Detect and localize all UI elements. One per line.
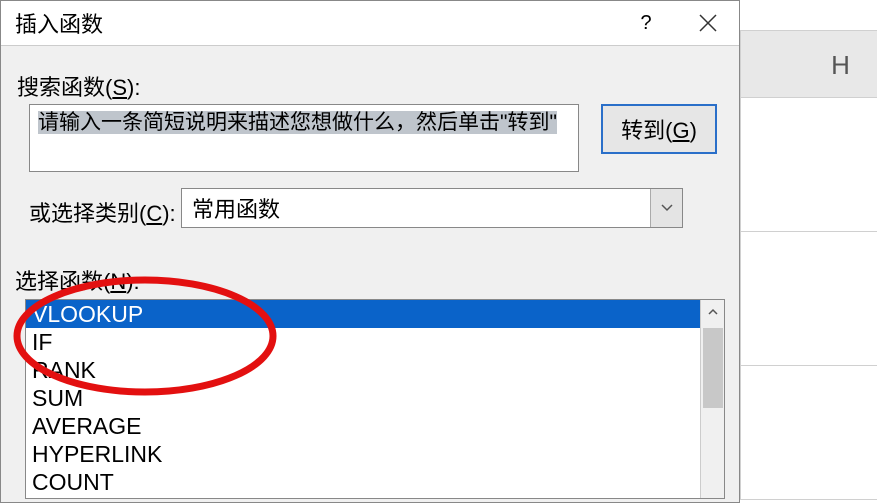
go-button[interactable]: 转到(G): [601, 104, 717, 154]
category-dropdown-button[interactable]: [650, 189, 682, 227]
category-select[interactable]: 常用函数: [181, 188, 683, 228]
search-input-text: 请输入一条简短说明来描述您想做什么，然后单击"转到": [38, 111, 557, 134]
dialog-title: 插入函数: [1, 7, 103, 39]
search-input[interactable]: 请输入一条简短说明来描述您想做什么，然后单击"转到": [29, 104, 579, 172]
chevron-down-icon: [661, 204, 673, 212]
function-item-average[interactable]: AVERAGE: [26, 412, 700, 440]
function-item-sum[interactable]: SUM: [26, 384, 700, 412]
function-item-if[interactable]: IF: [26, 328, 700, 356]
sheet-cell[interactable]: [740, 98, 877, 232]
function-item-hyperlink[interactable]: HYPERLINK: [26, 440, 700, 468]
sheet-cell[interactable]: [740, 366, 877, 500]
function-item-rank[interactable]: RANK: [26, 356, 700, 384]
select-function-label: 选择函数(N):: [15, 264, 140, 296]
scrollbar-thumb[interactable]: [703, 328, 723, 408]
spreadsheet-background: H: [740, 0, 877, 503]
category-value: 常用函数: [182, 192, 650, 224]
insert-function-dialog: 插入函数 ? 搜索函数(S): 请输入一条简短说明来描述您想做什么，然后单击"转…: [0, 0, 740, 503]
category-label: 或选择类别(C):: [29, 196, 176, 228]
search-label: 搜索函数(S):: [17, 70, 140, 102]
help-button[interactable]: ?: [615, 1, 677, 46]
function-listbox[interactable]: VLOOKUP IF RANK SUM AVERAGE HYPERLINK CO…: [25, 299, 725, 499]
sheet-cell[interactable]: [740, 232, 877, 366]
function-item-count[interactable]: COUNT: [26, 468, 700, 496]
titlebar: 插入函数 ?: [1, 1, 739, 46]
function-list-scrollbar[interactable]: [700, 300, 724, 498]
close-button[interactable]: [677, 1, 739, 46]
close-icon: [699, 14, 717, 32]
scroll-up-button[interactable]: [701, 300, 725, 324]
function-item-vlookup[interactable]: VLOOKUP: [26, 300, 700, 328]
chevron-up-icon: [708, 308, 718, 316]
column-header-H[interactable]: H: [740, 30, 877, 98]
